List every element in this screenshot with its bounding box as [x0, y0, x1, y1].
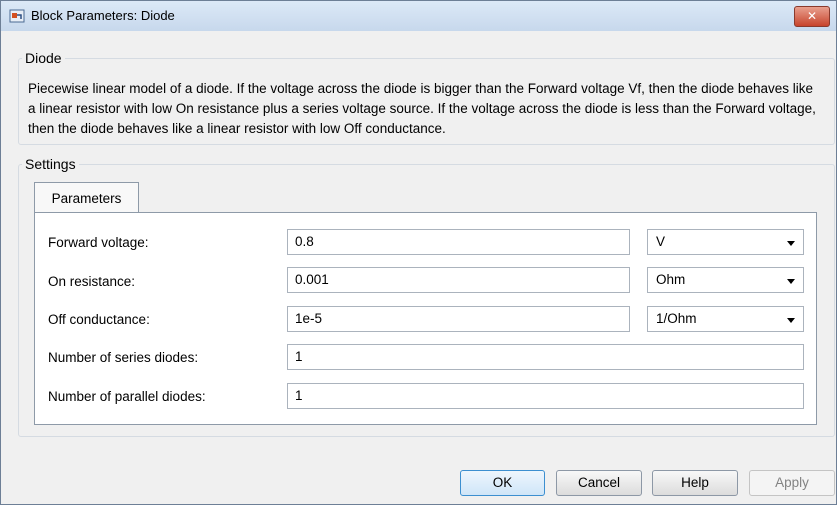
- on-resistance-input[interactable]: 0.001: [287, 267, 630, 293]
- off-conductance-unit-select[interactable]: 1/Ohm: [647, 306, 804, 332]
- parallel-diodes-label: Number of parallel diodes:: [48, 389, 206, 404]
- series-diodes-label: Number of series diodes:: [48, 350, 199, 365]
- forward-voltage-unit-select[interactable]: V: [647, 229, 804, 255]
- off-conductance-input[interactable]: 1e-5: [287, 306, 630, 332]
- forward-voltage-label: Forward voltage:: [48, 235, 149, 250]
- parallel-diodes-input[interactable]: 1: [287, 383, 804, 409]
- ok-button[interactable]: OK: [460, 470, 545, 496]
- chevron-down-icon: [787, 279, 795, 284]
- block-parameters-dialog: Block Parameters: Diode ✕ Diode Piecewis…: [0, 0, 837, 505]
- series-diodes-input[interactable]: 1: [287, 344, 804, 370]
- apply-button[interactable]: Apply: [749, 470, 835, 496]
- window-title: Block Parameters: Diode: [31, 8, 175, 23]
- off-conductance-label: Off conductance:: [48, 312, 150, 327]
- settings-group-label: Settings: [22, 156, 79, 172]
- chevron-down-icon: [787, 318, 795, 323]
- off-conductance-unit-value: 1/Ohm: [656, 311, 697, 326]
- on-resistance-unit-select[interactable]: Ohm: [647, 267, 804, 293]
- on-resistance-unit-value: Ohm: [656, 272, 686, 287]
- title-bar[interactable]: Block Parameters: Diode ✕: [1, 1, 836, 31]
- close-icon: ✕: [806, 9, 818, 23]
- help-button[interactable]: Help: [652, 470, 738, 496]
- simulink-block-icon: [9, 9, 25, 23]
- tab-parameters[interactable]: Parameters: [34, 182, 139, 214]
- cancel-button[interactable]: Cancel: [556, 470, 642, 496]
- forward-voltage-unit-value: V: [656, 234, 666, 249]
- close-button[interactable]: ✕: [794, 6, 830, 27]
- chevron-down-icon: [787, 241, 795, 246]
- tab-parameters-label: Parameters: [51, 191, 122, 206]
- on-resistance-label: On resistance:: [48, 274, 136, 289]
- diode-group-label: Diode: [22, 50, 65, 66]
- forward-voltage-input[interactable]: 0.8: [287, 229, 630, 255]
- diode-description: Piecewise linear model of a diode. If th…: [28, 81, 816, 136]
